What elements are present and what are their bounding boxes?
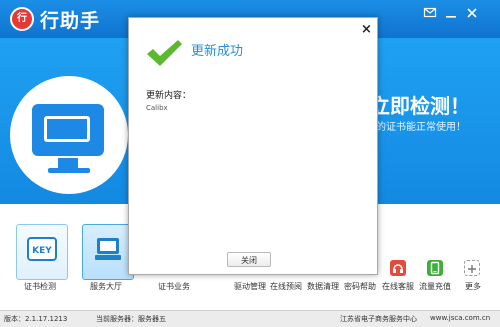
plus-icon[interactable] xyxy=(464,260,480,276)
headset-icon[interactable] xyxy=(390,260,406,276)
app-logo: 行 xyxy=(10,7,34,31)
tool-link-recharge[interactable]: 流量充值 xyxy=(419,281,451,292)
tool-link-support[interactable]: 在线客服 xyxy=(382,281,414,292)
service-hall-tile[interactable] xyxy=(82,224,134,280)
monitor-inner xyxy=(44,116,90,142)
tool-link-cert[interactable]: 证书业务 xyxy=(158,281,190,292)
dialog-title: 更新成功 xyxy=(191,44,244,59)
update-dialog: × 更新成功 更新内容： Calibx 关闭 xyxy=(128,17,378,275)
dialog-close-button[interactable]: × xyxy=(361,22,372,37)
server-text: 当前服务器：服务器五 xyxy=(96,315,166,323)
update-content-value: Calibx xyxy=(146,104,168,112)
monitor-screen xyxy=(32,104,104,156)
tool-link-password[interactable]: 密码帮助 xyxy=(344,281,376,292)
cert-check-label: 证书检测 xyxy=(24,282,56,291)
banner-subtext: 的证书能正常使用！ xyxy=(376,122,466,133)
app-title: 行助手 xyxy=(40,10,101,32)
minimize-icon[interactable] xyxy=(444,6,458,20)
app-window: 行 行助手 立即检测！ 的证书能正常使用！ KEY 证书检测 服务大厅 证书业务… xyxy=(0,0,500,327)
message-icon[interactable] xyxy=(423,6,437,20)
service-hall-label: 服务大厅 xyxy=(90,282,122,291)
version-text: 版本：2.1.17.1213 xyxy=(4,315,68,323)
website-text[interactable]: www.jsca.com.cn xyxy=(430,314,490,322)
phone-charge-icon[interactable] xyxy=(427,260,443,276)
company-text: 江苏省电子商务服务中心 xyxy=(340,315,417,323)
banner-headline: 立即检测！ xyxy=(370,94,470,118)
close-icon[interactable] xyxy=(465,6,479,20)
tool-link-preview[interactable]: 在线预阅 xyxy=(270,281,302,292)
cert-check-tile[interactable]: KEY xyxy=(16,224,68,280)
close-button[interactable]: 关闭 xyxy=(227,252,271,267)
tool-link-more[interactable]: 更多 xyxy=(465,281,481,292)
terminal-icon xyxy=(95,238,121,260)
key-icon: KEY xyxy=(27,237,57,261)
check-icon xyxy=(147,40,182,66)
update-content-label: 更新内容： xyxy=(146,91,192,101)
status-bar: 版本：2.1.17.1213 当前服务器：服务器五 江苏省电子商务服务中心 ww… xyxy=(0,310,500,327)
monitor-base xyxy=(48,168,90,173)
monitor-stand xyxy=(58,158,78,168)
monitor-icon[interactable] xyxy=(10,76,128,194)
svg-text:KEY: KEY xyxy=(32,246,52,256)
tool-link-clean[interactable]: 数据清理 xyxy=(307,281,339,292)
tool-link-driver[interactable]: 驱动管理 xyxy=(234,281,266,292)
